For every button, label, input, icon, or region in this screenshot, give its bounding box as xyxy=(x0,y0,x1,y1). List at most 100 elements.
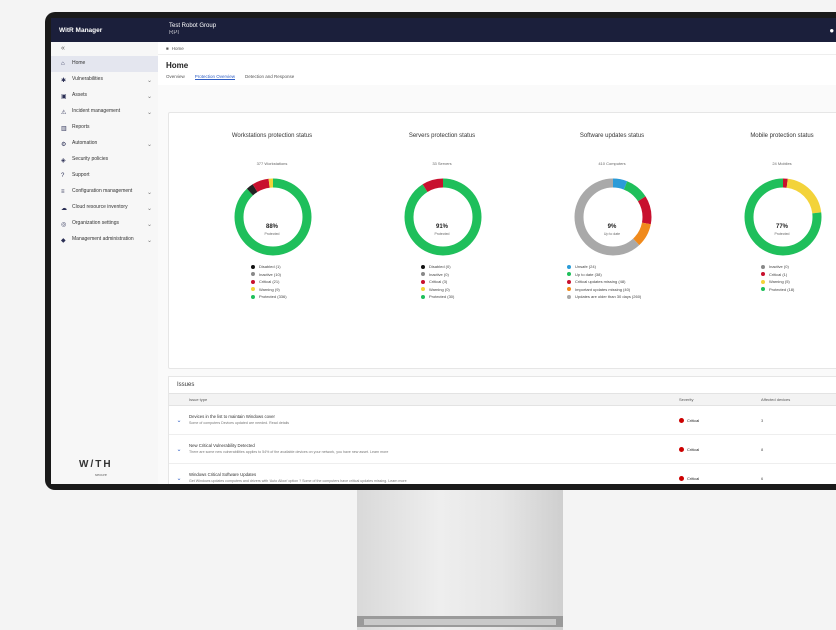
legend-item[interactable]: Protected (30) xyxy=(421,293,454,301)
sidebar-item-cloud-resource-inventory[interactable]: ☁ Cloud resource inventory ⌄ xyxy=(51,200,158,216)
chevron-down-icon[interactable]: ⌄ xyxy=(147,109,152,116)
legend-item[interactable]: Warning (5) xyxy=(761,278,794,286)
sidebar-item-label: Assets xyxy=(72,92,88,99)
legend-item[interactable]: Critical updates missing (48) xyxy=(567,278,641,286)
bell-icon[interactable]: ● xyxy=(829,26,834,35)
legend-label: Warning (0) xyxy=(429,286,450,292)
legend-item[interactable]: Unsafe (24) xyxy=(567,263,641,271)
legend-item[interactable]: Inactive (0) xyxy=(761,263,794,271)
legend-label: Important updates missing (40) xyxy=(575,286,631,292)
tab-detection-response[interactable]: Detection and Response xyxy=(245,74,294,80)
sidebar-item-vulnerabilities[interactable]: ✱ Vulnerabilities ⌄ xyxy=(51,72,158,88)
sidebar-item-organization-settings[interactable]: ◎ Organization settings ⌄ xyxy=(51,216,158,232)
legend-item[interactable]: Critical (3) xyxy=(421,278,454,286)
legend-item[interactable]: Protected (336) xyxy=(251,293,287,301)
donut-chart: Software updates status 410 Computers 9% Up… xyxy=(527,113,697,363)
breadcrumb: ■ Home xyxy=(158,42,836,55)
chevron-down-icon[interactable]: ⌄ xyxy=(147,189,152,196)
legend-item[interactable]: Up to date (38) xyxy=(567,271,641,279)
legend-item[interactable]: Inactive (10) xyxy=(251,271,287,279)
tenant-name: Test Robot Group xyxy=(169,23,217,29)
donut-ring[interactable] xyxy=(571,175,655,259)
sidebar-item-assets[interactable]: ▣ Assets ⌄ xyxy=(51,88,158,104)
legend-label: Inactive (0) xyxy=(769,264,789,270)
sidebar-item-home[interactable]: ⌂ Home xyxy=(51,56,158,72)
sidebar-item-security-policies[interactable]: ◈ Security policies xyxy=(51,152,158,168)
legend-swatch xyxy=(761,279,765,284)
chevron-down-icon[interactable]: ⌄ xyxy=(169,475,189,482)
tenant-sub: RPI xyxy=(169,30,180,36)
legend-swatch xyxy=(421,279,425,284)
legend-item[interactable]: Disabled (1) xyxy=(251,263,287,271)
chevron-down-icon[interactable]: ⌄ xyxy=(169,417,189,424)
legend-label: Inactive (10) xyxy=(259,271,282,277)
sidebar-item-support[interactable]: ? Support xyxy=(51,168,158,184)
table-row[interactable]: ⌄ New Critical Vulnerability Detected Ther… xyxy=(169,435,836,464)
legend-item[interactable]: Important updates missing (40) xyxy=(567,286,641,294)
affected-count: 6 xyxy=(761,475,764,481)
tenant-selector[interactable]: Test Robot Group RPI xyxy=(169,23,216,37)
legend-label: Up to date (38) xyxy=(575,271,602,277)
legend-item[interactable]: Updates are older than 30 days (260) xyxy=(567,293,641,301)
sidebar-item-label: Security policies xyxy=(72,156,109,163)
legend-swatch xyxy=(761,287,765,292)
issue-cell: Windows Critical Software Updates Get Win… xyxy=(189,472,679,484)
legend-swatch xyxy=(251,272,255,277)
affected-count: 8 xyxy=(761,446,764,452)
sidebar-item-automation[interactable]: ⚙ Automation ⌄ xyxy=(51,136,158,152)
sidebar-item-management-administration[interactable]: ◆ Management administration ⌄ xyxy=(51,232,158,248)
chevron-down-icon[interactable]: ⌄ xyxy=(147,221,152,228)
issue-description: Get Windows updates computers and driver… xyxy=(189,479,407,483)
col-issue-type[interactable]: Issue type xyxy=(189,397,679,403)
chart-icon: ▥ xyxy=(61,125,67,132)
chevron-down-icon[interactable]: ⌄ xyxy=(147,205,152,212)
legend-item[interactable]: Critical (21) xyxy=(251,278,287,286)
app-title: WitR Manager xyxy=(59,26,103,34)
sidebar-item-reports[interactable]: ▥ Reports xyxy=(51,120,158,136)
legend-swatch xyxy=(761,264,765,269)
col-severity[interactable]: Severity xyxy=(679,397,761,402)
severity-dot xyxy=(679,446,684,452)
table-row[interactable]: ⌄ Devices in the list to maintain Windows… xyxy=(169,406,836,435)
breadcrumb-home[interactable]: Home xyxy=(172,46,184,51)
severity-cell: Critical xyxy=(679,446,761,452)
sidebar-item-label: Incident management xyxy=(72,108,121,115)
legend-label: Updates are older than 30 days (260) xyxy=(575,294,642,300)
donut-center-label: Up to date xyxy=(603,232,621,236)
legend-label: Unsafe (24) xyxy=(575,264,596,270)
legend-item[interactable]: Critical (1) xyxy=(761,271,794,279)
donut-segment[interactable] xyxy=(234,178,312,256)
chevron-down-icon[interactable]: ⌄ xyxy=(147,93,152,100)
col-affected-devices[interactable]: Affected devices xyxy=(761,397,821,402)
org-icon: ◎ xyxy=(61,221,67,228)
chevron-down-icon[interactable]: ⌄ xyxy=(147,141,152,148)
table-row[interactable]: ⌄ Windows Critical Software Updates Get Wi… xyxy=(169,464,836,484)
legend-item[interactable]: Inactive (0) xyxy=(421,271,454,279)
sidebar-item-label: Vulnerabilities xyxy=(72,76,103,83)
chevron-down-icon[interactable]: ⌄ xyxy=(147,237,152,244)
legend-label: Inactive (0) xyxy=(429,271,449,277)
chevron-down-icon[interactable]: ⌄ xyxy=(169,446,189,453)
legend-item[interactable]: Warning (9) xyxy=(251,286,287,294)
tab-protection-overview[interactable]: Protection Overview xyxy=(194,74,236,80)
donut-segment[interactable] xyxy=(404,178,482,256)
legend-item[interactable]: Warning (0) xyxy=(421,286,454,294)
donut-ring[interactable] xyxy=(231,175,315,259)
legend-swatch xyxy=(421,272,425,277)
donut-ring[interactable] xyxy=(401,175,485,259)
donut-ring[interactable] xyxy=(741,175,825,259)
tab-overview[interactable]: Overview xyxy=(166,74,185,80)
chart-subtitle: 33 Servers xyxy=(432,161,452,166)
legend-item[interactable]: Protected (18) xyxy=(761,286,794,294)
sidebar-item-incident-management[interactable]: ⚠ Incident management ⌄ xyxy=(51,104,158,120)
severity-cell: Critical xyxy=(679,475,761,481)
sidebar-item-configuration-management[interactable]: ≡ Configuration management ⌄ xyxy=(51,184,158,200)
collapse-sidebar-icon[interactable]: « xyxy=(51,42,158,56)
legend-swatch xyxy=(421,264,425,269)
severity-dot xyxy=(679,417,684,423)
monitor-foot-inner xyxy=(364,619,556,625)
chevron-down-icon[interactable]: ⌄ xyxy=(147,77,152,84)
home-icon[interactable]: ■ xyxy=(166,46,169,51)
donut-chart: Servers protection status 33 Servers 91% Pr… xyxy=(357,113,527,363)
legend-item[interactable]: Disabled (0) xyxy=(421,263,454,271)
